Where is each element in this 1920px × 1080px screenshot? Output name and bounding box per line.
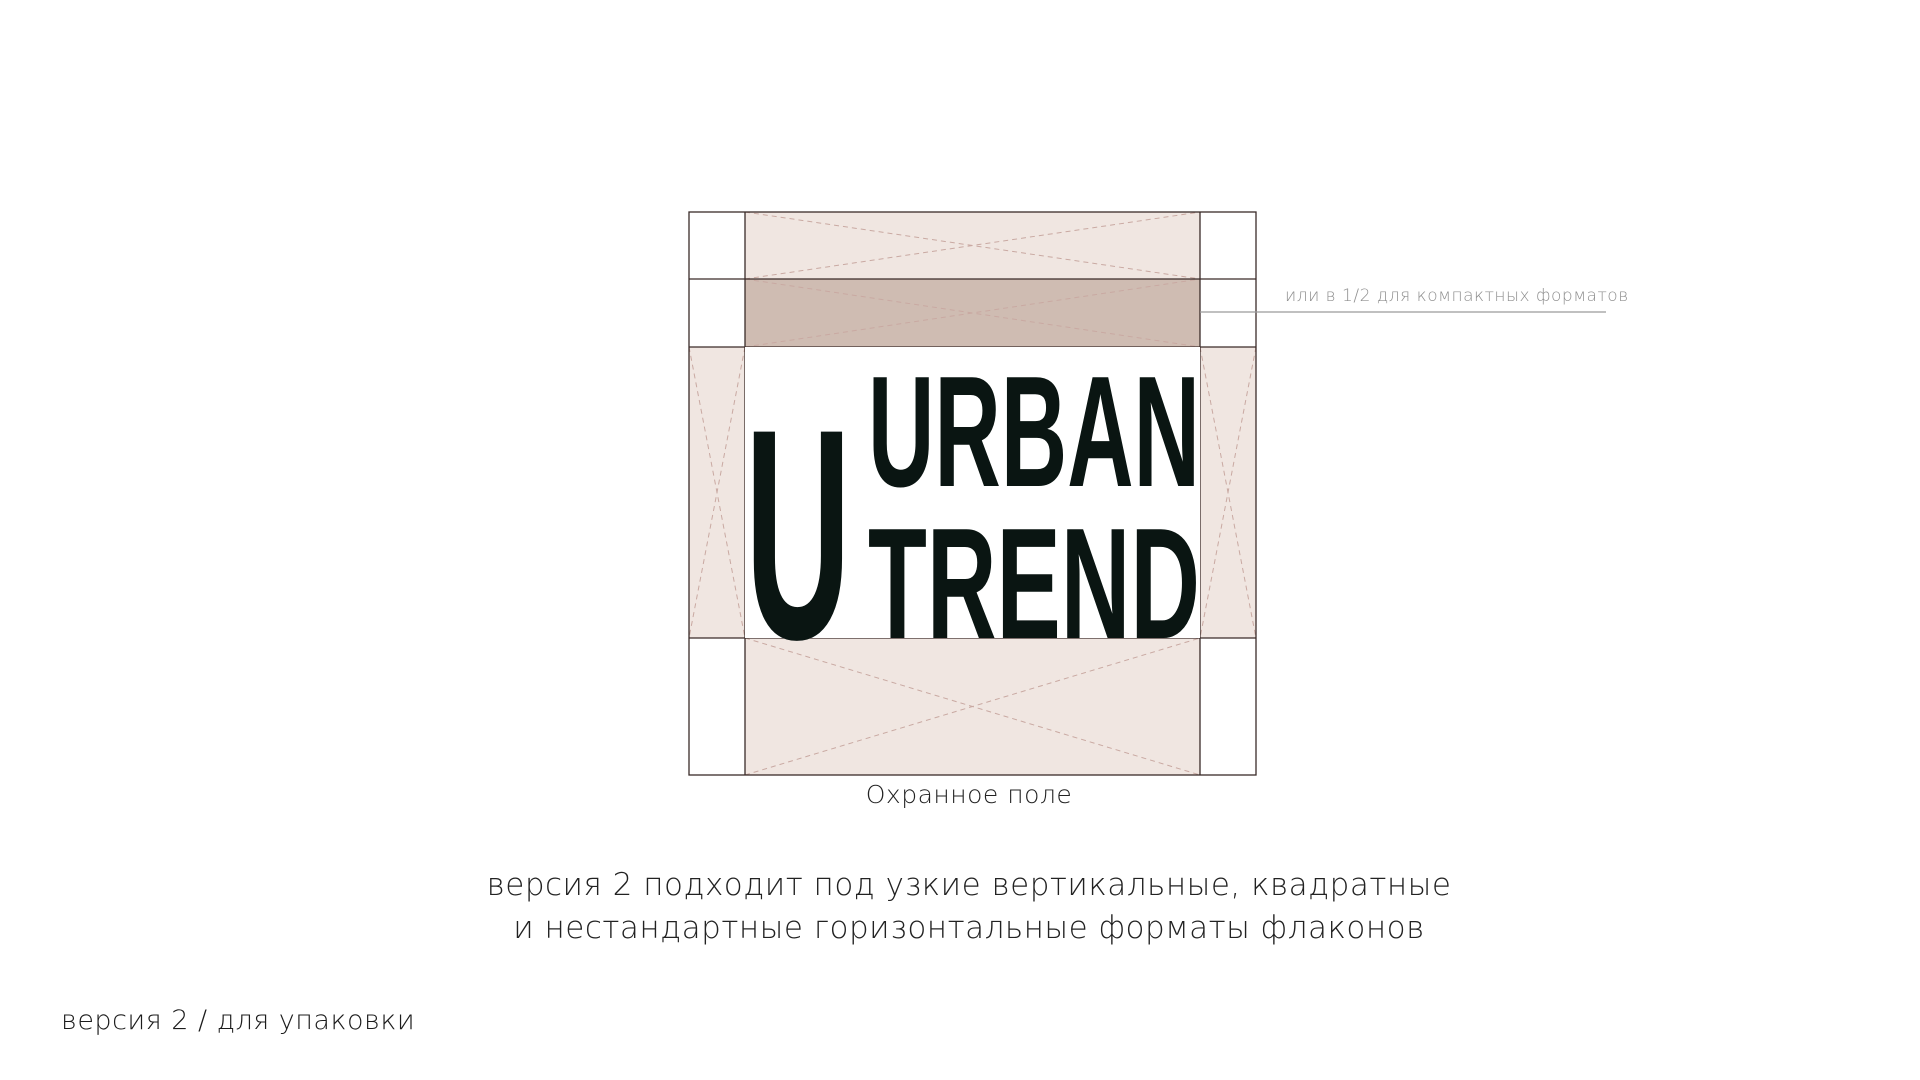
compact-format-note: или в 1/2 для компактных форматов (1285, 286, 1629, 306)
urban-trend-logo: U URBAN TREND (745, 344, 1200, 702)
guideline-slide: U URBAN TREND или в 1/2 для компактных ф… (0, 0, 1920, 1080)
description-line-2: и нестандартные горизонтальные форматы ф… (513, 910, 1425, 946)
version-description: версия 2 подходит под узкие вертикальные… (0, 864, 1920, 950)
logo-initial: U (745, 366, 851, 702)
logo-word-trend: TREND (868, 496, 1200, 672)
description-line-1: версия 2 подходит под узкие вертикальные… (486, 867, 1452, 903)
logo-word-urban: URBAN (868, 344, 1200, 520)
slide-caption: версия 2 / для упаковки (61, 1005, 416, 1036)
clear-space-label: Охранное поле (865, 780, 1073, 809)
